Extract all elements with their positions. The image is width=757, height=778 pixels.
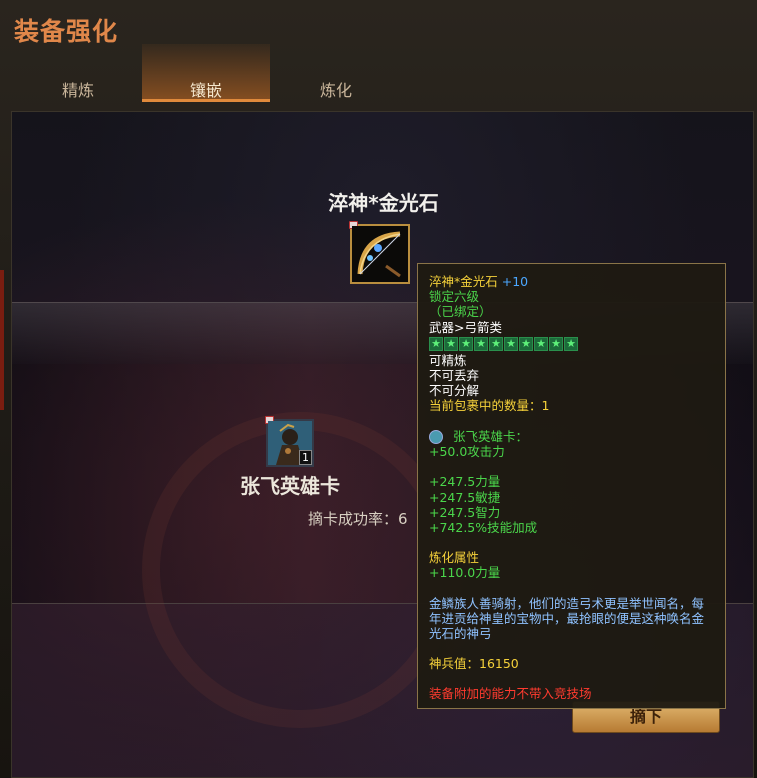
tooltip-prop: 不可分解: [429, 383, 480, 399]
tooltip-title-line: 淬神*金光石 +10: [429, 274, 714, 289]
item-tooltip: 淬神*金光石 +10 锁定六级 （已绑定） 武器>弓箭类 ★ ★ ★ ★ ★ ★ ★ ★ ★ ★ …: [417, 263, 726, 709]
equipment-name: 淬神*金光石: [328, 191, 439, 215]
tab-bar: 精炼 镶嵌 炼化: [0, 44, 757, 104]
tab-inlay[interactable]: 镶嵌: [142, 44, 270, 102]
tooltip-prop: 可精炼: [429, 352, 467, 368]
tooltip-category: 武器>弓箭类: [429, 319, 502, 335]
star-icon: ★: [564, 336, 578, 351]
star-icon: ★: [504, 336, 518, 351]
tooltip-card-bonus: +50.0攻击力: [429, 444, 505, 460]
tooltip-plus-level: +10: [501, 274, 529, 289]
tooltip-description: 金鳞族人善骑射，他们的造弓术更是举世闻名，每年进贡给神皇的宝物中，最抢眼的便是这…: [429, 595, 705, 641]
tooltip-stat: +247.5力量: [429, 474, 501, 490]
card-gem-icon: [429, 430, 443, 445]
tooltip-bag-count: 当前包裹中的数量：1: [429, 398, 550, 414]
window-edge-decoration: [0, 270, 4, 410]
equipment-slot[interactable]: [349, 221, 410, 284]
bow-icon: [352, 226, 408, 282]
card-name: 张飞英雄卡: [240, 474, 340, 498]
tooltip-warning: 装备附加的能力不带入竞技场: [429, 686, 592, 702]
star-icon: ★: [459, 336, 473, 351]
star-icon: ★: [519, 336, 533, 351]
equipment-enhance-window: 装备强化 精炼 镶嵌 炼化 淬神*金光石 1 张飞英雄卡 摘卡成功率：6 摘下 …: [0, 0, 757, 778]
tooltip-stat: +247.5智力: [429, 504, 501, 520]
star-icon: ★: [549, 336, 563, 351]
tab-refine[interactable]: 精炼: [14, 44, 142, 102]
tooltip-bound: （已绑定）: [429, 304, 492, 320]
star-icon: ★: [444, 336, 458, 351]
tooltip-refine-value: +110.0力量: [429, 565, 501, 581]
tooltip-prop: 不可丢弃: [429, 368, 480, 384]
tooltip-divine-value: 神兵值：16150: [429, 656, 519, 672]
star-icon: ★: [429, 336, 443, 351]
card-slot[interactable]: 1: [265, 416, 314, 467]
tooltip-card-title: 张飞英雄卡：: [453, 428, 529, 444]
tooltip-card-line: 张飞英雄卡：: [429, 429, 714, 445]
tooltip-lock-level: 锁定六级: [429, 289, 480, 305]
window-title: 装备强化: [14, 17, 119, 46]
star-icon: ★: [489, 336, 503, 351]
tooltip-refine-title: 炼化属性: [429, 550, 480, 566]
star-icon: ★: [534, 336, 548, 351]
tooltip-star-rating: ★ ★ ★ ★ ★ ★ ★ ★ ★ ★: [429, 336, 714, 351]
tooltip-item-name: 淬神*金光石: [429, 274, 498, 289]
star-icon: ★: [474, 336, 488, 351]
card-count: 1: [299, 450, 312, 465]
tab-transmute[interactable]: 炼化: [272, 44, 400, 102]
tooltip-stat: +742.5%技能加成: [429, 519, 538, 535]
tooltip-stat: +247.5敏捷: [429, 489, 501, 505]
remove-success-rate: 摘卡成功率：6: [308, 510, 408, 528]
